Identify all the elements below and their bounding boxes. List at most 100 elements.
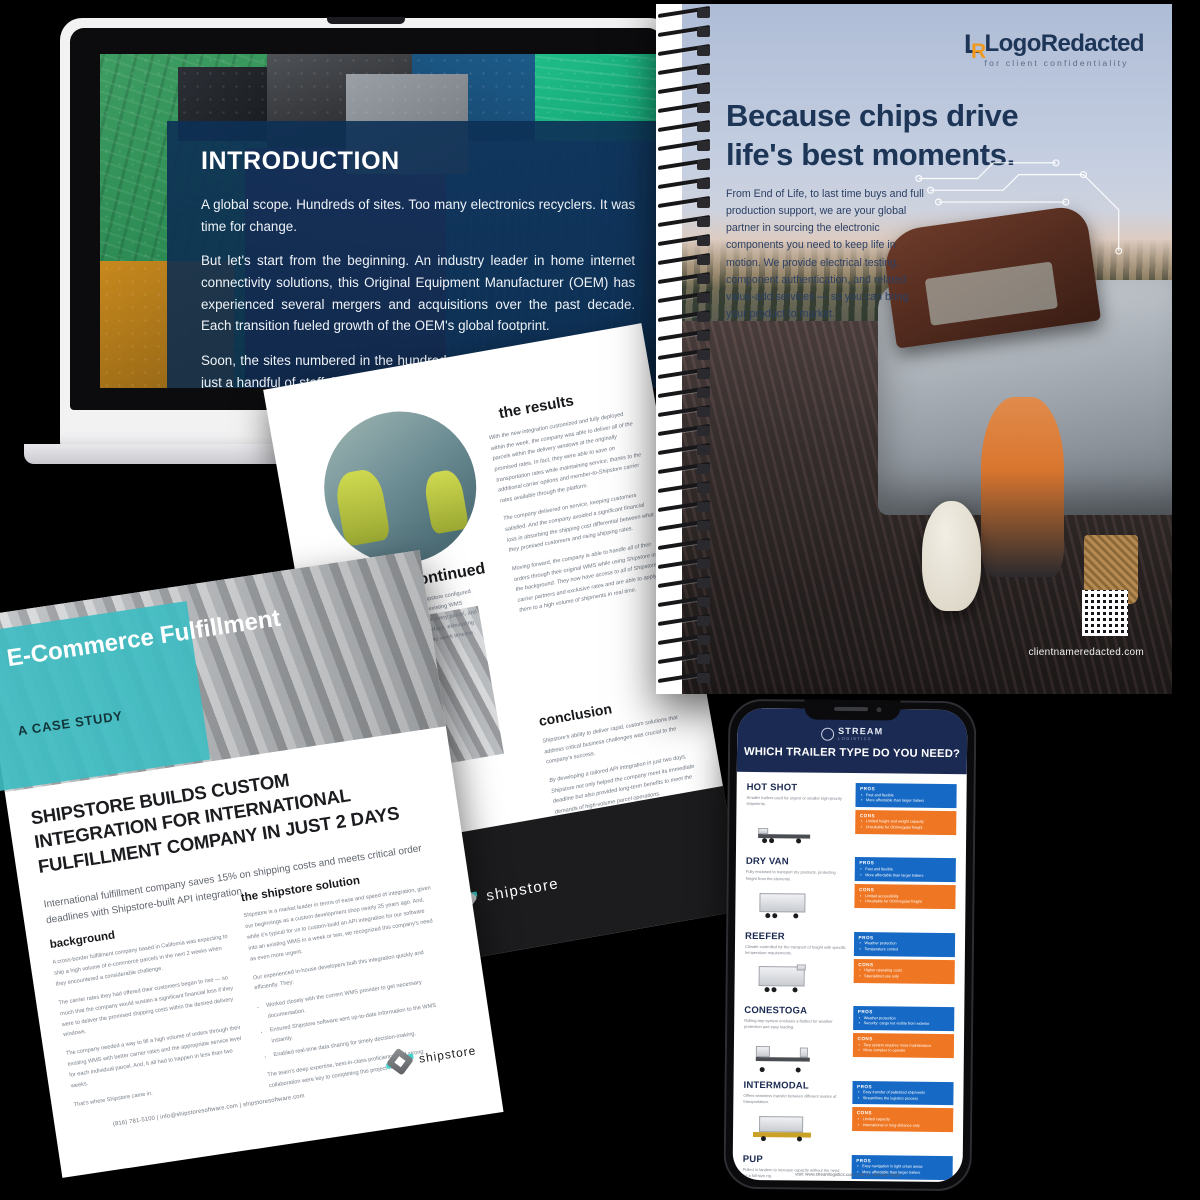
trailer-name: PUP xyxy=(742,1153,763,1165)
slide-paragraph-2: But let's start from the beginning. An i… xyxy=(200,253,636,334)
spiral-ring xyxy=(658,480,710,494)
spiral-ring xyxy=(658,233,710,247)
spiral-ring xyxy=(658,24,710,38)
spiral-ring xyxy=(658,271,710,285)
spiral-ring xyxy=(658,385,710,399)
trailer-description: Smaller trailers used for urgent or smal… xyxy=(746,794,842,807)
logo-mark: L R xyxy=(964,31,986,63)
globe-icon xyxy=(821,727,835,741)
trailer-proscons: PROSWeather protectionSecurity: cargo no… xyxy=(852,1006,955,1072)
slide-title: INTRODUCTION xyxy=(200,146,400,175)
pros-item: Streamlines the logistics process xyxy=(863,1096,949,1103)
spiral-ring xyxy=(658,157,710,171)
shipstore-mark-icon xyxy=(385,1047,415,1077)
phone-front-camera-icon xyxy=(876,707,882,713)
phone-screen: STREAM LOGISTICS WHICH TRAILER TYPE DO Y… xyxy=(732,707,968,1183)
results-paragraph-1: With the new integration customized and … xyxy=(488,411,642,505)
dog-photo xyxy=(922,500,981,612)
trailer-row[interactable]: REEFER Climate controlled for the transpo… xyxy=(744,931,956,999)
spiral-ring xyxy=(658,366,710,380)
phone-page-title: WHICH TRAILER TYPE DO YOU NEED? xyxy=(743,745,961,761)
cons-item: More complex to operate xyxy=(863,1048,949,1055)
marketing-collateral-composite: INTRODUCTION A global scope. Hundreds of… xyxy=(0,0,1200,1200)
cons-panel: CONSLimited capacityInternational or lon… xyxy=(851,1107,954,1133)
spiral-ring xyxy=(658,328,710,342)
warehouse-workers-photo xyxy=(312,399,489,576)
spiral-ring xyxy=(658,537,710,551)
trailer-proscons: PROSFast and flexibleMore affordable tha… xyxy=(854,783,957,849)
results-body: With the new integration customized and … xyxy=(488,407,668,616)
brand-name: STREAM xyxy=(838,725,884,737)
logo-tagline: for client confidentiality xyxy=(984,58,1129,68)
trailer-description: Fully enclosed to transport dry products… xyxy=(745,869,836,881)
spiral-ring xyxy=(658,214,710,228)
qr-code-icon[interactable] xyxy=(1082,590,1128,636)
cons-panel: CONSTarp system requires more maintenanc… xyxy=(852,1033,955,1058)
phone-shell: STREAM LOGISTICS WHICH TRAILER TYPE DO Y… xyxy=(723,698,977,1192)
pros-item: Security: cargo not visible from exterio… xyxy=(864,1021,950,1028)
spiral-binding xyxy=(656,4,712,694)
trailer-row[interactable]: HOT SHOT Smaller trailers used for urgent… xyxy=(746,782,957,850)
spiral-ring xyxy=(658,138,710,152)
spiral-ring xyxy=(658,290,710,304)
trailer-info: DRY VAN Fully enclosed to transport dry p… xyxy=(745,856,847,922)
circuit-trace-graphic xyxy=(915,159,1123,255)
trailer-name: HOT SHOT xyxy=(746,781,798,794)
cons-label: CONS xyxy=(859,887,875,893)
cons-label: CONS xyxy=(858,961,874,967)
spiral-ring xyxy=(658,613,710,627)
case-study-cover: E-Commerce Fulfillment A CASE STUDY SHIP… xyxy=(0,550,504,1178)
trailer-row[interactable]: CONESTOGA Rolling tarp system encloses a … xyxy=(744,1005,955,1073)
pros-label: PROS xyxy=(860,786,876,792)
spiral-ring xyxy=(658,309,710,323)
trailer-info: REEFER Climate controlled for the transpo… xyxy=(744,931,846,997)
brochure-logo: L R LogoRedacted for client confidential… xyxy=(964,30,1145,69)
cons-item: Specialized use only xyxy=(864,974,950,981)
pros-panel: PROSFast and flexibleMore affordable tha… xyxy=(854,783,957,808)
trailer-proscons: PROSFast and flexibleMore affordable tha… xyxy=(853,857,956,923)
pros-label: PROS xyxy=(858,934,874,940)
spiral-ring xyxy=(658,100,710,114)
pros-label: PROS xyxy=(859,860,875,866)
trailer-illustration-icon xyxy=(743,1109,845,1146)
pros-panel: PROSWeather protectionSecurity: cargo no… xyxy=(852,1006,955,1032)
logo-name: LogoRedacted xyxy=(984,30,1145,57)
trailer-name: DRY VAN xyxy=(745,856,789,868)
trailer-illustration-icon xyxy=(745,886,847,923)
cons-item: International or long-distance only xyxy=(863,1123,949,1130)
pros-label: PROS xyxy=(856,1083,873,1089)
pros-label: PROS xyxy=(857,1009,873,1015)
spiral-ring xyxy=(658,518,710,532)
pros-panel: PROSEasy transfer of palletized shipment… xyxy=(851,1080,954,1106)
cons-item: Unsuitable for OD/irregular freight xyxy=(866,825,952,832)
trailer-proscons: PROSWeather protectionTemperature contro… xyxy=(853,931,956,998)
trailer-row[interactable]: DRY VAN Fully enclosed to transport dry p… xyxy=(745,856,956,924)
trailer-description: Offers seamless transfer between differe… xyxy=(743,1092,837,1104)
slide-paragraph-1: A global scope. Hundreds of sites. Too m… xyxy=(200,196,636,234)
trailer-illustration-icon xyxy=(744,1034,846,1072)
trailer-info: CONESTOGA Rolling tarp system encloses a … xyxy=(744,1005,846,1072)
trailer-row[interactable]: INTERMODAL Offers seamless transfer betwe… xyxy=(743,1079,954,1147)
spiral-ring xyxy=(658,347,710,361)
spiral-ring xyxy=(658,461,710,475)
spiral-ring xyxy=(658,632,710,646)
cons-item: Unsuitable for OD/irregular freight xyxy=(865,900,951,907)
cons-label: CONS xyxy=(859,812,876,819)
spiral-ring xyxy=(658,423,710,437)
stream-logistics-logo: STREAM LOGISTICS xyxy=(821,725,884,742)
spiral-ring xyxy=(658,5,710,19)
spiral-ring xyxy=(658,670,710,684)
cons-panel: CONSLimited height and weight capacityUn… xyxy=(854,809,957,835)
cons-panel: CONSLimited accessibilityUnsuitable for … xyxy=(853,884,956,910)
spiral-ring xyxy=(658,43,710,57)
brochure-cover: L R LogoRedacted for client confidential… xyxy=(682,4,1172,694)
brochure-url: clientnameredacted.com xyxy=(1028,647,1144,658)
shipstore-wordmark: shipstore xyxy=(418,1043,478,1066)
pros-item: More affordable than larger trailers xyxy=(866,798,952,805)
trailer-description: Climate controlled for the transport of … xyxy=(744,943,846,956)
spiral-ring xyxy=(658,404,710,418)
pros-label: PROS xyxy=(856,1157,872,1164)
trailer-row[interactable]: PUP Pulled in tandem to increase capacity… xyxy=(742,1153,953,1183)
pros-item: Temperature control xyxy=(864,947,950,954)
trailer-name: REEFER xyxy=(745,930,785,943)
